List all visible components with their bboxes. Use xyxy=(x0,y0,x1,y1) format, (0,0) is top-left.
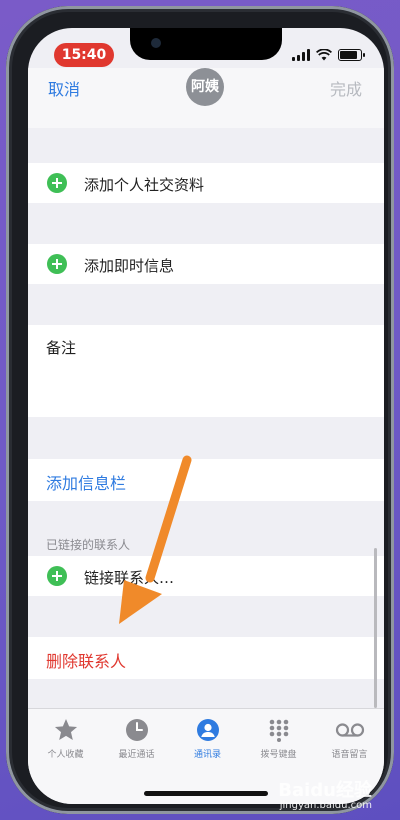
avatar[interactable]: 阿姨 xyxy=(186,68,224,106)
add-icon[interactable] xyxy=(47,173,67,193)
tab-label: 通讯录 xyxy=(193,750,221,760)
tab-voicemail[interactable]: 语音留言 xyxy=(314,717,384,760)
status-time: 15:40 xyxy=(54,43,114,67)
add-icon[interactable] xyxy=(47,566,67,586)
tab-label: 语音留言 xyxy=(331,750,368,760)
status-icons xyxy=(292,48,365,62)
signal-icon xyxy=(292,49,310,61)
screen: 15:40 取消 阿姨 完成 添加个人社交资料 添加即时信息 备注 添加信息栏 … xyxy=(28,28,384,804)
tab-label: 拨号键盘 xyxy=(260,750,297,760)
voicemail-icon xyxy=(335,723,364,737)
wifi-icon xyxy=(316,49,332,61)
notes-label: 备注 xyxy=(46,339,77,357)
star-icon xyxy=(54,718,77,740)
scroll-indicator[interactable] xyxy=(374,548,377,708)
watermark-logo: Baidu经验 xyxy=(278,780,372,801)
home-indicator xyxy=(144,791,268,796)
done-button[interactable]: 完成 xyxy=(330,76,362,100)
delete-contact-label: 删除联系人 xyxy=(46,652,127,671)
add-instant-message-row[interactable]: 添加即时信息 xyxy=(28,244,384,284)
tab-recents[interactable]: 最近通话 xyxy=(101,717,172,760)
link-contacts-row[interactable]: 链接联系人… xyxy=(28,556,384,596)
tab-keypad[interactable]: 拨号键盘 xyxy=(243,717,314,760)
person-icon xyxy=(196,719,219,741)
add-field-label: 添加信息栏 xyxy=(46,474,127,493)
linked-contacts-header: 已链接的联系人 xyxy=(46,538,131,552)
battery-icon xyxy=(338,49,365,61)
watermark-url: jingyan.baidu.com xyxy=(279,800,372,811)
tab-label: 最近通话 xyxy=(118,750,155,760)
tab-contacts[interactable]: 通讯录 xyxy=(172,717,243,760)
notes-field[interactable]: 备注 xyxy=(28,325,384,417)
add-social-profile-label: 添加个人社交资料 xyxy=(84,176,205,194)
clock-icon xyxy=(125,719,148,741)
camera-icon xyxy=(151,38,161,48)
phone-frame: 15:40 取消 阿姨 完成 添加个人社交资料 添加即时信息 备注 添加信息栏 … xyxy=(6,6,394,814)
add-icon[interactable] xyxy=(47,254,67,274)
link-contacts-label: 链接联系人… xyxy=(84,569,175,587)
add-field-row[interactable]: 添加信息栏 xyxy=(28,459,384,501)
add-instant-message-label: 添加即时信息 xyxy=(84,257,175,275)
tab-label: 个人收藏 xyxy=(47,750,84,760)
add-social-profile-row[interactable]: 添加个人社交资料 xyxy=(28,163,384,203)
delete-contact-row[interactable]: 删除联系人 xyxy=(28,637,384,679)
keypad-icon xyxy=(269,719,288,742)
cancel-button[interactable]: 取消 xyxy=(48,76,80,100)
tab-favorites[interactable]: 个人收藏 xyxy=(30,717,101,760)
